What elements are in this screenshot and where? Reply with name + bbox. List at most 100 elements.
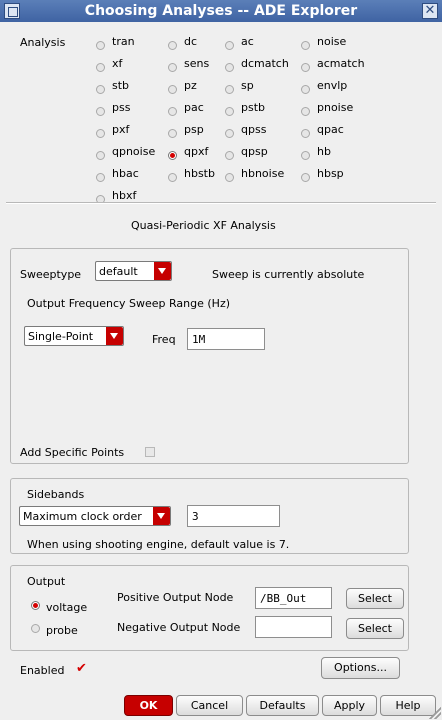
apply-button[interactable]: Apply: [322, 695, 377, 716]
analysis-radio-qpnoise[interactable]: [96, 151, 105, 160]
positive-select-button[interactable]: Select: [346, 588, 404, 609]
output-label: Output: [27, 575, 66, 588]
sidebands-label: Sidebands: [27, 488, 85, 501]
analysis-label-qpss: qpss: [241, 123, 267, 136]
negative-output-node-input[interactable]: [255, 616, 332, 638]
analysis-radio-hb[interactable]: [301, 151, 310, 160]
analysis-radio-sens[interactable]: [168, 63, 177, 72]
chevron-down-icon: [154, 262, 171, 280]
analysis-label-dc: dc: [184, 35, 198, 48]
defaults-button[interactable]: Defaults: [246, 695, 319, 716]
analysis-label-qpnoise: qpnoise: [112, 145, 156, 158]
analysis-radio-qpsp[interactable]: [225, 151, 234, 160]
freq-label: Freq: [152, 333, 176, 346]
resize-grip-icon[interactable]: [429, 707, 441, 719]
enabled-label: Enabled: [20, 664, 65, 677]
enabled-checkbox-checked-icon[interactable]: ✔: [76, 661, 87, 676]
analysis-label-qpac: qpac: [317, 123, 344, 136]
analysis-label-psp: psp: [184, 123, 204, 136]
analysis-label-ac: ac: [241, 35, 254, 48]
window-menu-icon[interactable]: [4, 3, 20, 19]
add-specific-points-label: Add Specific Points: [20, 446, 125, 459]
analysis-label-hbac: hbac: [112, 167, 139, 180]
analysis-label-hbnoise: hbnoise: [241, 167, 285, 180]
analysis-label-stb: stb: [112, 79, 130, 92]
sweep-range-value: Single-Point: [28, 330, 94, 343]
sweeptype-value: default: [99, 265, 138, 278]
add-specific-points-checkbox[interactable]: [145, 447, 155, 457]
chevron-down-icon: [153, 507, 170, 525]
analysis-label-sens: sens: [184, 57, 210, 70]
sweep-status: Sweep is currently absolute: [212, 268, 365, 281]
sweep-range-select[interactable]: Single-Point: [24, 326, 124, 346]
analysis-label-noise: noise: [317, 35, 347, 48]
analysis-radio-acmatch[interactable]: [301, 63, 310, 72]
analysis-radio-dcmatch[interactable]: [225, 63, 234, 72]
analysis-radio-dc[interactable]: [168, 41, 177, 50]
divider: [6, 202, 436, 204]
analysis-radio-hbstb[interactable]: [168, 173, 177, 182]
analysis-label-hbsp: hbsp: [317, 167, 344, 180]
analysis-label-pxf: pxf: [112, 123, 130, 136]
ok-button[interactable]: OK: [124, 695, 173, 716]
analysis-radio-pss[interactable]: [96, 107, 105, 116]
analysis-radio-pxf[interactable]: [96, 129, 105, 138]
chevron-down-icon: [106, 327, 123, 345]
positive-output-node-input[interactable]: /BB_Out: [255, 587, 332, 609]
sidebands-mode-value: Maximum clock order: [23, 510, 142, 523]
probe-label: probe: [46, 624, 78, 637]
window-title: Choosing Analyses -- ADE Explorer: [84, 3, 358, 19]
analysis-radio-pz[interactable]: [168, 85, 177, 94]
sidebands-mode-select[interactable]: Maximum clock order: [19, 506, 171, 526]
analysis-label-qpsp: qpsp: [241, 145, 268, 158]
analysis-radio-hbac[interactable]: [96, 173, 105, 182]
freq-input[interactable]: 1M: [187, 328, 265, 350]
probe-radio[interactable]: [31, 624, 40, 633]
analysis-radio-psp[interactable]: [168, 129, 177, 138]
analysis-label-envlp: envlp: [317, 79, 348, 92]
help-button[interactable]: Help: [380, 695, 436, 716]
analysis-label-pz: pz: [184, 79, 197, 92]
voltage-label: voltage: [46, 601, 88, 614]
analysis-radio-hbnoise[interactable]: [225, 173, 234, 182]
analysis-label-hb: hb: [317, 145, 331, 158]
analysis-radio-envlp[interactable]: [301, 85, 310, 94]
options-button[interactable]: Options...: [321, 657, 400, 679]
analysis-label: Analysis: [20, 36, 66, 49]
analysis-label-pnoise: pnoise: [317, 101, 354, 114]
analysis-label-xf: xf: [112, 57, 123, 70]
negative-select-button[interactable]: Select: [346, 618, 404, 639]
sidebands-order-input[interactable]: 3: [187, 505, 280, 527]
cancel-button[interactable]: Cancel: [176, 695, 243, 716]
analysis-label-dcmatch: dcmatch: [241, 57, 289, 70]
analysis-radio-noise[interactable]: [301, 41, 310, 50]
analysis-radio-xf[interactable]: [96, 63, 105, 72]
sweeptype-select[interactable]: default: [95, 261, 172, 281]
analysis-radio-qpac[interactable]: [301, 129, 310, 138]
analysis-radio-pac[interactable]: [168, 107, 177, 116]
analysis-radio-pstb[interactable]: [225, 107, 234, 116]
analysis-label-pac: pac: [184, 101, 204, 114]
analysis-radio-ac[interactable]: [225, 41, 234, 50]
sweeptype-label: Sweeptype: [20, 268, 82, 281]
analysis-label-hbstb: hbstb: [184, 167, 215, 180]
sidebands-note: When using shooting engine, default valu…: [27, 538, 290, 551]
analysis-radio-tran[interactable]: [96, 41, 105, 50]
analysis-label-tran: tran: [112, 35, 135, 48]
close-icon[interactable]: ✕: [422, 3, 438, 19]
section-title: Quasi-Periodic XF Analysis: [131, 219, 276, 232]
analysis-label-sp: sp: [241, 79, 254, 92]
analysis-radio-hbsp[interactable]: [301, 173, 310, 182]
title-bar[interactable]: Choosing Analyses -- ADE Explorer ✕: [0, 0, 442, 22]
analysis-label-qpxf: qpxf: [184, 145, 209, 158]
analysis-radio-qpxf[interactable]: [168, 151, 177, 160]
analysis-radio-pnoise[interactable]: [301, 107, 310, 116]
analysis-label-pss: pss: [112, 101, 131, 114]
analysis-label-hbxf: hbxf: [112, 189, 137, 202]
analysis-radio-sp[interactable]: [225, 85, 234, 94]
sweep-range-label: Output Frequency Sweep Range (Hz): [27, 297, 231, 310]
analysis-radio-qpss[interactable]: [225, 129, 234, 138]
negative-output-node-label: Negative Output Node: [117, 621, 241, 634]
voltage-radio[interactable]: [31, 601, 40, 610]
analysis-radio-stb[interactable]: [96, 85, 105, 94]
